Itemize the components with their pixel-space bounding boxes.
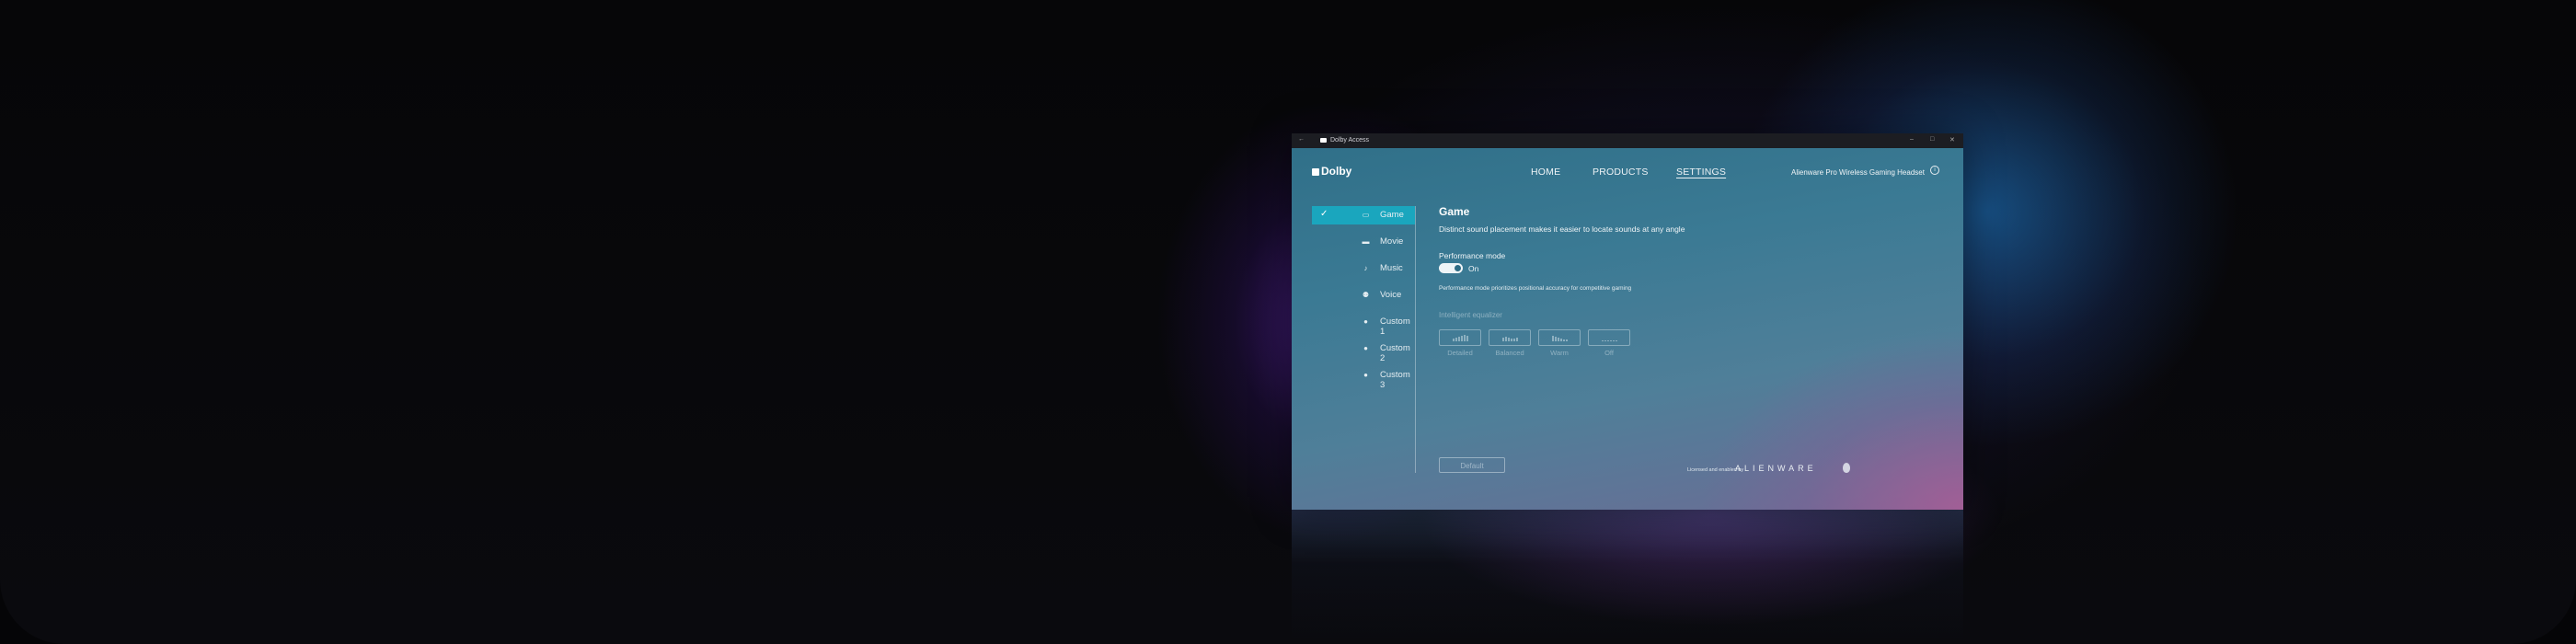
sidebar-item-label: Custom 1	[1380, 316, 1410, 337]
info-icon[interactable]: i	[1930, 166, 1939, 175]
dolby-access-window: ← Dolby Access – □ ✕ Dolby HOME PRODUCTS…	[1292, 133, 1963, 510]
nav-home[interactable]: HOME	[1531, 167, 1560, 178]
eq-bar	[1515, 338, 1518, 341]
sidebar-item-custom-1[interactable]: ● Custom 1	[1312, 313, 1415, 339]
person-icon: ●	[1363, 344, 1368, 352]
person-icon: ●	[1363, 371, 1368, 379]
eq-bar	[1559, 339, 1562, 341]
window-reflection	[1292, 510, 1963, 644]
eq-preset-detailed[interactable]: Detailed	[1439, 329, 1483, 357]
window-title: Dolby Access	[1330, 137, 1370, 144]
eq-bar	[1452, 339, 1455, 341]
music-note-icon: ♪	[1363, 264, 1368, 272]
eq-warm-icon	[1538, 329, 1581, 346]
sidebar-item-custom-3[interactable]: ● Custom 3	[1312, 366, 1415, 393]
sidebar-item-voice[interactable]: ⚉ Voice	[1312, 286, 1415, 313]
default-button[interactable]: Default	[1439, 457, 1505, 473]
title-bar: ← Dolby Access – □ ✕	[1292, 133, 1963, 148]
eq-bar	[1501, 338, 1504, 341]
person-icon: ●	[1363, 317, 1368, 326]
eq-detailed-icon	[1439, 329, 1481, 346]
eq-preset-label: Warm	[1550, 349, 1569, 357]
eq-bar	[1504, 337, 1507, 341]
profile-sidebar: ✓ ▭ Game ▬ Movie ♪ Music ⚉ Voice ● Custo…	[1312, 206, 1415, 393]
sidebar-item-custom-2[interactable]: ● Custom 2	[1312, 339, 1415, 366]
eq-bar	[1562, 339, 1565, 341]
sidebar-item-movie[interactable]: ▬ Movie	[1312, 233, 1415, 259]
performance-mode-note: Performance mode prioritizes positional …	[1439, 285, 1632, 292]
eq-preset-balanced[interactable]: Balanced	[1489, 329, 1533, 357]
eq-bar	[1551, 336, 1554, 341]
eq-bar	[1604, 340, 1606, 341]
maximize-icon[interactable]: □	[1930, 136, 1934, 143]
sidebar-item-label: Voice	[1380, 290, 1402, 300]
close-icon[interactable]: ✕	[1949, 136, 1955, 144]
eq-bar	[1615, 340, 1617, 341]
back-arrow-icon[interactable]: ←	[1298, 136, 1305, 143]
sidebar-item-label: Music	[1380, 263, 1403, 273]
minimize-icon[interactable]: –	[1910, 136, 1914, 143]
eq-bar	[1612, 340, 1615, 341]
eq-bar	[1466, 336, 1468, 341]
eq-bar	[1460, 336, 1463, 341]
sidebar-item-label: Custom 2	[1380, 343, 1410, 363]
sidebar-divider	[1415, 206, 1416, 473]
check-icon: ✓	[1320, 209, 1328, 219]
eq-bar	[1609, 340, 1612, 341]
intelligent-equalizer-label: Intelligent equalizer	[1439, 311, 1502, 319]
sidebar-item-label: Custom 3	[1380, 370, 1410, 390]
performance-mode-state: On	[1468, 264, 1479, 273]
eq-bar	[1455, 338, 1457, 341]
eq-bar	[1512, 339, 1515, 341]
eq-bar	[1606, 340, 1609, 341]
performance-mode-label: Performance mode	[1439, 251, 1506, 260]
device-selector[interactable]: Alienware Pro Wireless Gaming Headset	[1791, 168, 1925, 177]
eq-balanced-icon	[1489, 329, 1531, 346]
eq-preset-label: Balanced	[1495, 349, 1524, 357]
dolby-logo[interactable]: Dolby	[1312, 165, 1351, 178]
sidebar-item-label: Movie	[1380, 236, 1404, 247]
nav-products[interactable]: PRODUCTS	[1593, 167, 1649, 178]
eq-preset-label: Off	[1604, 349, 1614, 357]
nav-settings[interactable]: SETTINGS	[1676, 167, 1726, 178]
sidebar-item-music[interactable]: ♪ Music	[1312, 259, 1415, 286]
eq-preset-warm[interactable]: Warm	[1538, 329, 1582, 357]
voice-icon: ⚉	[1362, 291, 1370, 299]
performance-mode-toggle[interactable]	[1439, 263, 1463, 273]
toggle-knob	[1455, 265, 1461, 271]
alienware-head-icon	[1843, 463, 1850, 473]
eq-off-icon	[1588, 329, 1630, 346]
profile-heading: Game	[1439, 205, 1470, 218]
alienware-wordmark: ALIENWARE	[1735, 464, 1817, 473]
eq-preset-label: Detailed	[1447, 349, 1473, 357]
sidebar-item-game[interactable]: ✓ ▭ Game	[1312, 206, 1415, 224]
gamepad-icon: ▭	[1362, 211, 1370, 219]
dolby-small-logo-icon	[1320, 138, 1327, 143]
film-icon: ▬	[1362, 237, 1370, 246]
dolby-logo-icon	[1312, 168, 1319, 176]
eq-preset-off[interactable]: Off	[1588, 329, 1632, 357]
eq-bar	[1554, 337, 1557, 341]
eq-bar	[1463, 335, 1466, 341]
eq-bar	[1565, 339, 1568, 341]
profile-description: Distinct sound placement makes it easier…	[1439, 224, 1685, 234]
sidebar-item-label: Game	[1380, 210, 1404, 220]
eq-bar	[1507, 338, 1510, 341]
eq-bar	[1557, 338, 1559, 341]
background-stage	[0, 0, 2576, 644]
eq-bar	[1510, 339, 1512, 341]
dolby-logo-text: Dolby	[1321, 165, 1352, 178]
eq-bar	[1601, 340, 1604, 341]
eq-bar	[1457, 337, 1460, 341]
